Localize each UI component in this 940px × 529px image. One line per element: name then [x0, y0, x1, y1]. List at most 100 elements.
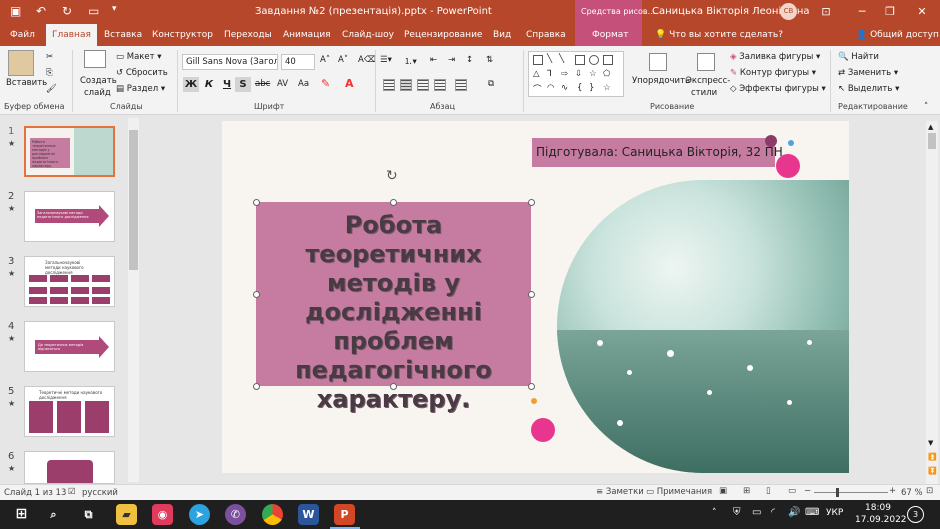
file-explorer-icon[interactable]: ▰	[116, 504, 137, 525]
quick-styles-button-line2[interactable]: стили	[691, 88, 717, 98]
new-slide-button[interactable]: Создать	[80, 76, 117, 86]
brace-shape-icon[interactable]: {	[577, 83, 582, 93]
telegram-icon[interactable]: ➤	[189, 504, 210, 525]
tab-transitions[interactable]: Переходы	[218, 24, 278, 46]
pentagon-shape-icon[interactable]: ⬠	[603, 69, 610, 79]
star-shape-icon[interactable]: ☆	[589, 69, 597, 79]
restore-button[interactable]: ❐	[872, 0, 908, 24]
notification-center-icon[interactable]: 3	[907, 506, 924, 523]
paste-icon[interactable]	[8, 50, 34, 76]
arrow-right-shape-icon[interactable]: ⇨	[561, 69, 568, 79]
paste-button[interactable]: Вставить	[6, 78, 47, 88]
resize-handle[interactable]	[253, 383, 260, 390]
quick-styles-button[interactable]: Экспресс-	[686, 76, 730, 86]
text-direction-icon[interactable]: ⇅	[486, 55, 493, 65]
language-bar-icon[interactable]: ⌨	[805, 507, 819, 518]
grow-font-icon[interactable]: A˄	[320, 55, 330, 65]
thumbnail-scrollbar-thumb[interactable]	[129, 130, 138, 270]
angle-shape-icon[interactable]: ⅂	[547, 69, 552, 79]
line-shape-icon[interactable]: ╲	[547, 54, 552, 64]
tab-home[interactable]: Главная	[46, 24, 97, 46]
resize-handle[interactable]	[528, 199, 535, 206]
arrange-icon[interactable]	[649, 53, 667, 71]
zoom-slider[interactable]	[814, 492, 888, 493]
photos-app-icon[interactable]: ◉	[152, 504, 173, 525]
network-icon[interactable]: ◜	[771, 507, 775, 518]
resize-handle[interactable]	[528, 383, 535, 390]
fit-to-window-icon[interactable]: ⊡	[926, 486, 933, 496]
scroll-down-icon[interactable]: ▼	[928, 439, 933, 447]
decrease-indent-icon[interactable]: ⇤	[430, 55, 437, 65]
language-indicator[interactable]: русский	[82, 488, 118, 498]
clock-date[interactable]: 17.09.2022	[855, 515, 907, 525]
normal-view-icon[interactable]: ▣	[719, 486, 727, 496]
close-button[interactable]: ✕	[904, 0, 940, 24]
task-view-icon[interactable]: ⧉	[78, 504, 99, 525]
shape-fill-button[interactable]: ◈ Заливка фигуры ▾	[730, 52, 820, 62]
tab-animations[interactable]: Анимация	[277, 24, 337, 46]
customize-quick-access-icon[interactable]: ▾	[112, 4, 117, 14]
curve-shape-icon[interactable]: ⌒	[533, 83, 542, 95]
slide-thumbnail-3[interactable]: Загальнонаукові методи наукового дослідж…	[24, 256, 115, 307]
triangle-shape-icon[interactable]: △	[533, 69, 540, 79]
windows-start-icon[interactable]: ⊞	[11, 504, 32, 525]
brace-shape-icon[interactable]: }	[589, 83, 594, 93]
chrome-icon[interactable]	[262, 504, 283, 525]
rectangle-shape-icon[interactable]	[533, 55, 543, 65]
align-left-icon[interactable]	[383, 79, 395, 91]
zoom-level[interactable]: 67 %	[901, 488, 923, 498]
speaker-icon[interactable]: 🔊	[788, 507, 800, 518]
italic-button[interactable]: К	[201, 77, 217, 92]
slide-canvas[interactable]: Підготувала: Саницька Вікторія, 32 ПН Ро…	[222, 121, 849, 473]
justify-icon[interactable]	[434, 79, 446, 91]
tab-insert[interactable]: Вставка	[98, 24, 148, 46]
comments-button[interactable]: ▭ Примечания	[646, 487, 712, 497]
line-shape-icon[interactable]: ╲	[559, 54, 564, 64]
new-slide-button-line2[interactable]: слайд	[84, 88, 111, 98]
arrange-button[interactable]: Упорядочить	[632, 76, 690, 86]
slide-thumbnail-6[interactable]	[24, 451, 115, 484]
character-spacing-button[interactable]: AV	[277, 79, 288, 89]
shape-effects-button[interactable]: ◇ Эффекты фигуры ▾	[730, 84, 826, 94]
flower-photo[interactable]	[557, 180, 849, 473]
resize-handle[interactable]	[390, 383, 397, 390]
text-shadow-button[interactable]: S	[235, 77, 251, 92]
powerpoint-icon[interactable]: P	[334, 504, 355, 525]
smartart-icon[interactable]: ⧉	[488, 79, 494, 89]
zoom-slider-thumb[interactable]	[836, 488, 839, 497]
line-spacing-icon[interactable]: ↕	[466, 55, 473, 65]
bullets-icon[interactable]: ☰▾	[380, 55, 392, 65]
rectangle-shape-icon[interactable]	[575, 55, 585, 65]
font-name-field[interactable]: Gill Sans Nova (Заголо	[182, 54, 278, 70]
word-icon[interactable]: W	[298, 504, 319, 525]
slide-thumbnail-2[interactable]: Загальнонаукові методи педагогічного дос…	[24, 191, 115, 242]
show-hidden-icons[interactable]: ˄	[712, 508, 717, 518]
slideshow-view-icon[interactable]: ▭	[788, 486, 796, 496]
clear-formatting-icon[interactable]: A⌫	[358, 55, 376, 65]
arrow-down-shape-icon[interactable]: ⇩	[575, 69, 582, 79]
rotate-handle-icon[interactable]: ↻	[386, 168, 398, 184]
align-center-icon[interactable]	[400, 79, 412, 91]
tab-review[interactable]: Рецензирование	[398, 24, 488, 46]
slide-sorter-icon[interactable]: ⊞	[743, 486, 750, 496]
section-button[interactable]: ▤ Раздел ▾	[116, 84, 165, 94]
columns-icon[interactable]	[455, 79, 467, 91]
cut-icon[interactable]: ✂	[46, 52, 53, 62]
ribbon-display-options-icon[interactable]: ⊡	[808, 0, 844, 24]
numbering-icon[interactable]: ⒈▾	[404, 55, 417, 67]
previous-slide-icon[interactable]: ⏫	[928, 453, 937, 461]
format-painter-icon[interactable]: 🖌	[46, 84, 57, 94]
replace-button[interactable]: ⇄ Заменить ▾	[838, 68, 898, 78]
oval-shape-icon[interactable]	[589, 55, 599, 65]
save-icon[interactable]: ▣	[10, 4, 21, 18]
strikethrough-button[interactable]: abc	[255, 79, 270, 89]
reading-view-icon[interactable]: ▯	[766, 486, 771, 496]
shrink-font-icon[interactable]: A˅	[338, 55, 348, 65]
rectangle-shape-icon[interactable]	[603, 55, 613, 65]
reset-button[interactable]: ↺ Сбросить	[116, 68, 168, 78]
star-shape-icon[interactable]: ☆	[603, 83, 611, 93]
tab-format[interactable]: Формат	[575, 24, 642, 46]
start-from-beginning-icon[interactable]: ▭	[88, 4, 99, 18]
find-button[interactable]: 🔍 Найти	[838, 52, 879, 62]
resize-handle[interactable]	[253, 199, 260, 206]
